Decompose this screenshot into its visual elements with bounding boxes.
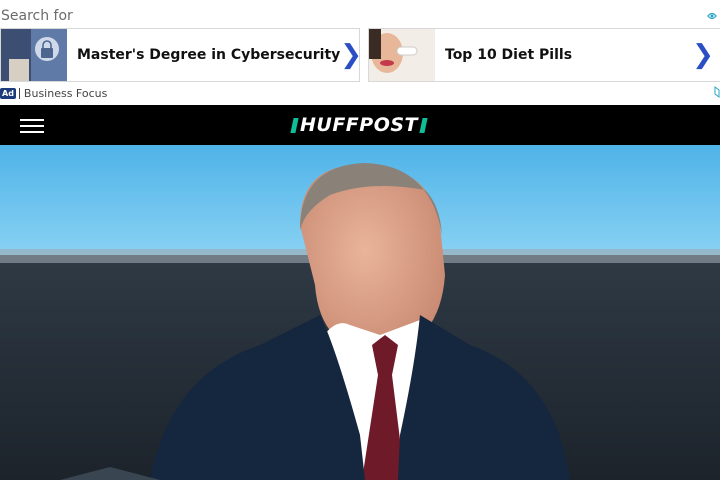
- ad-source[interactable]: Business Focus: [24, 87, 107, 100]
- ad-title: Top 10 Diet Pills: [445, 47, 573, 63]
- diet-pills-thumbnail: [369, 29, 435, 81]
- hamburger-menu-icon[interactable]: [20, 118, 44, 134]
- chevron-right-icon: ❯: [692, 40, 714, 70]
- cybersecurity-thumbnail: [1, 29, 67, 81]
- divider: [18, 87, 20, 99]
- chevron-right-icon: ❯: [340, 40, 363, 70]
- adchoices-icon[interactable]: [706, 10, 718, 22]
- ad-footer: Ad Business Focus: [0, 86, 107, 100]
- ad-title: Master's Degree in Cybersecurity: [77, 47, 341, 63]
- search-for-label: Search for: [1, 8, 73, 24]
- ad-badge: Ad: [0, 87, 16, 99]
- huffpost-logo[interactable]: HUFFPOST: [290, 114, 428, 136]
- ad-feedback-icon[interactable]: [714, 86, 720, 98]
- ad-card-diet-pills[interactable]: Top 10 Diet Pills ❯: [368, 28, 720, 82]
- ad-card-cybersecurity[interactable]: Master's Degree in Cybersecurity ❯: [0, 28, 363, 82]
- site-header: HUFFPOST: [0, 105, 720, 145]
- logo-text: HUFFPOST: [300, 114, 419, 136]
- search-ad-banner: Search for Master's Degree in Cybersecur…: [0, 0, 720, 105]
- hero-image[interactable]: [0, 145, 720, 480]
